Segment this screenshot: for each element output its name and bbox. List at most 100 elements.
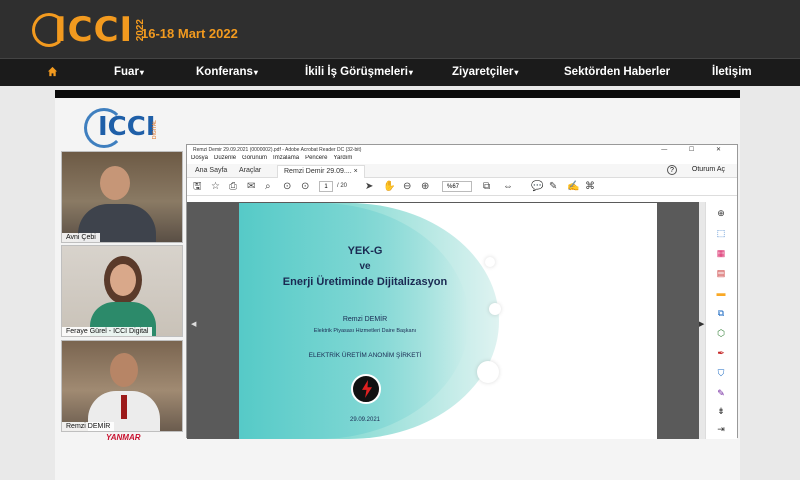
zoom-out-icon[interactable]: ⊖ bbox=[403, 181, 411, 193]
participant-face bbox=[110, 264, 136, 296]
pdf-slide: YEK-G ve Enerji Üretiminde Dijitalizasyo… bbox=[239, 203, 657, 439]
window-controls[interactable]: — ☐ ✕ bbox=[661, 146, 731, 153]
euas-logo-icon bbox=[351, 374, 381, 404]
slide-date: 29.09.2021 bbox=[349, 417, 381, 423]
window-title: Remzi Demir 29.09.2021 (0000002).pdf - A… bbox=[193, 147, 362, 153]
slide-dot bbox=[489, 303, 501, 315]
mail-icon[interactable]: ✉ bbox=[247, 181, 255, 193]
tab-document[interactable]: Remzi Demir 29.09.... × bbox=[277, 165, 365, 178]
event-date: 16-18 Mart 2022 bbox=[141, 26, 238, 41]
zoom-in-icon[interactable]: ⊕ bbox=[421, 181, 429, 193]
more-tools-icon[interactable]: ⇟ bbox=[716, 406, 726, 416]
export-pdf-icon[interactable]: ⬚ bbox=[716, 228, 726, 238]
nav-item-sektorden-haberler[interactable]: Sektörden Haberler bbox=[564, 66, 670, 78]
sign-icon[interactable]: ✎ bbox=[716, 388, 726, 398]
chevron-down-icon: ▾ bbox=[139, 68, 144, 77]
chevron-down-icon: ▾ bbox=[408, 68, 413, 77]
slide-dot bbox=[477, 361, 499, 383]
site-header: ICCI 2022 16-18 Mart 2022 bbox=[0, 0, 800, 58]
fit-page-icon[interactable]: ⧉ bbox=[483, 181, 490, 193]
stage-logo-text: ICCI bbox=[98, 112, 156, 142]
slide-company: ELEKTRİK ÜRETİM ANONİM ŞİRKETİ bbox=[308, 352, 422, 359]
slide-title-line3: Enerji Üretiminde Dijitalizasyon bbox=[282, 276, 448, 288]
menu-dosya[interactable]: Dosya bbox=[191, 155, 208, 164]
main-nav: Fuar▾ Konferans▾ İkili İş Görüşmeleri▾ Z… bbox=[0, 58, 800, 86]
search-icon[interactable]: ⌕ bbox=[265, 181, 271, 193]
select-cursor-icon[interactable]: ➤ bbox=[365, 181, 373, 193]
menu-duzenle[interactable]: Düzenle bbox=[214, 155, 236, 164]
tab-ana-sayfa[interactable]: Ana Sayfa bbox=[195, 167, 227, 174]
zoom-tool-icon[interactable]: ⊕ bbox=[716, 208, 726, 218]
tab-document-label: Remzi Demir 29.09.... bbox=[284, 168, 352, 175]
save-icon[interactable]: 🖫 bbox=[193, 181, 202, 193]
nav-item-fuar[interactable]: Fuar▾ bbox=[114, 66, 144, 78]
video-tile-avni-cebi[interactable]: Avni Çebi bbox=[61, 151, 183, 243]
participant-tie bbox=[121, 395, 127, 419]
stamp-icon[interactable]: ⌘ bbox=[585, 181, 595, 193]
nav-item-konferans[interactable]: Konferans▾ bbox=[196, 66, 258, 78]
nav-item-iletisim[interactable]: İletişim bbox=[712, 66, 752, 78]
compress-icon[interactable]: ⬡ bbox=[716, 328, 726, 338]
collapse-left-icon[interactable]: ◀ bbox=[191, 320, 196, 328]
nav-item-ziyaretciler[interactable]: Ziyaretçiler▾ bbox=[452, 66, 518, 78]
edit-pdf-icon[interactable]: ▤ bbox=[716, 268, 726, 278]
nav-label: Konferans bbox=[196, 66, 253, 78]
scroll-mode-icon[interactable]: ⇔ bbox=[503, 181, 513, 193]
acrobat-window: Remzi Demir 29.09.2021 (0000002).pdf - A… bbox=[186, 144, 738, 439]
participant-name: Avni Çebi bbox=[62, 233, 100, 242]
nav-label: Sektörden Haberler bbox=[564, 66, 671, 78]
comment-icon[interactable]: 💬 bbox=[531, 181, 543, 193]
nav-label: İkili İş Görüşmeleri bbox=[305, 66, 408, 78]
sign-in-button[interactable]: Oturum Aç bbox=[692, 166, 725, 173]
slide-title-line1: YEK-G bbox=[347, 245, 383, 257]
comment-tool-icon[interactable]: ▬ bbox=[716, 288, 726, 298]
home-icon[interactable] bbox=[47, 66, 58, 77]
nav-label: Fuar bbox=[114, 66, 139, 78]
page-number-input[interactable]: 1 bbox=[319, 181, 333, 192]
menu-bar: Dosya Düzenle Görünüm İmzalama Pencere Y… bbox=[187, 155, 737, 164]
page-up-icon[interactable]: ⊙ bbox=[283, 181, 291, 193]
menu-pencere[interactable]: Pencere bbox=[305, 155, 327, 164]
video-tile-feraye-gurel[interactable]: Feraye Gürel - ICCI Digital bbox=[61, 245, 183, 337]
print-icon[interactable]: ⎙ bbox=[229, 181, 237, 193]
page-total: / 20 bbox=[337, 183, 348, 189]
nav-label: Ziyaretçiler bbox=[452, 66, 514, 78]
sponsor-logo: YANMAR bbox=[106, 433, 141, 442]
slide-title-line2: ve bbox=[359, 261, 371, 272]
icci-logo[interactable]: ICCI 2022 bbox=[32, 8, 146, 52]
menu-imzalama[interactable]: İmzalama bbox=[273, 155, 299, 164]
fill-sign-icon[interactable]: ✒ bbox=[716, 348, 726, 358]
slide-presenter: Remzi DEMİR bbox=[342, 316, 388, 323]
video-top-bar bbox=[55, 90, 740, 98]
video-tile-remzi-demir[interactable]: Remzi DEMİR bbox=[61, 340, 183, 432]
participant-face bbox=[100, 166, 130, 200]
help-icon[interactable]: ? bbox=[667, 165, 677, 175]
highlight-icon[interactable]: ✎ bbox=[549, 181, 557, 193]
draw-icon[interactable]: ✍ bbox=[567, 181, 579, 193]
slide-role: Elektrik Piyasası Hizmetleri Daire Başka… bbox=[313, 328, 417, 334]
star-icon[interactable]: ☆ bbox=[211, 181, 220, 193]
menu-yardim[interactable]: Yardım bbox=[333, 155, 352, 164]
combine-icon[interactable]: ⧉ bbox=[716, 308, 726, 318]
protect-icon[interactable]: ⛉ bbox=[716, 368, 726, 378]
organize-pages-icon[interactable]: ▦ bbox=[716, 248, 726, 258]
close-icon[interactable]: × bbox=[354, 168, 358, 175]
collapse-panel-icon[interactable]: ⇥ bbox=[716, 424, 726, 434]
tab-araclar[interactable]: Araçlar bbox=[239, 167, 261, 174]
zoom-select[interactable]: %67 bbox=[442, 181, 472, 192]
window-titlebar: Remzi Demir 29.09.2021 (0000002).pdf - A… bbox=[187, 145, 737, 155]
page-down-icon[interactable]: ⊙ bbox=[301, 181, 309, 193]
participant-name: Feraye Gürel - ICCI Digital bbox=[62, 327, 153, 336]
tools-panel: ⊕ ⬚ ▦ ▤ ▬ ⧉ ⬡ ✒ ⛉ ✎ ⇟ ⇥ bbox=[705, 202, 737, 439]
participant-face bbox=[110, 353, 138, 387]
hand-icon[interactable]: ✋ bbox=[383, 181, 395, 193]
nav-item-ikili-is[interactable]: İkili İş Görüşmeleri▾ bbox=[305, 66, 413, 78]
chevron-down-icon: ▾ bbox=[514, 68, 519, 77]
menu-gorunum[interactable]: Görünüm bbox=[242, 155, 267, 164]
logo-ring-icon bbox=[32, 13, 66, 47]
stage-logo-sub: DIGITAL bbox=[152, 120, 158, 140]
participant-name: Remzi DEMİR bbox=[62, 422, 115, 431]
chevron-down-icon: ▾ bbox=[253, 68, 258, 77]
lightning-icon bbox=[362, 380, 372, 398]
expand-right-icon[interactable]: ▶ bbox=[699, 320, 704, 328]
